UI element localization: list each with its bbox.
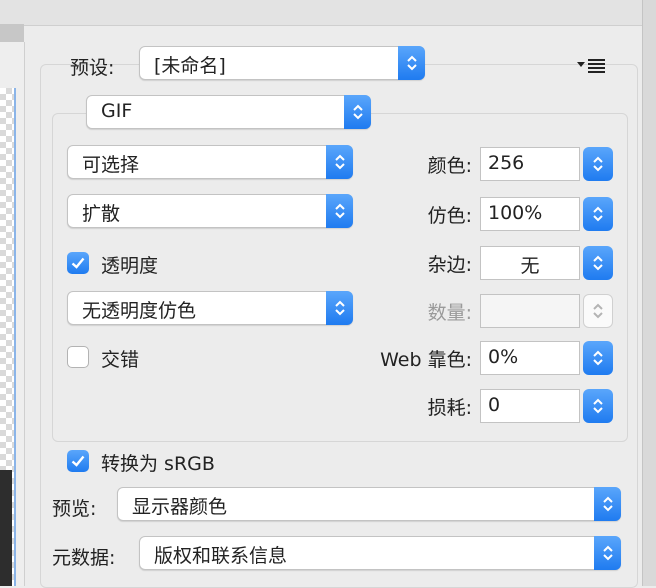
matte-field[interactable]: 无: [480, 246, 580, 280]
web-snap-field[interactable]: 0%: [480, 341, 580, 375]
chevron-updown-icon: [593, 156, 603, 172]
interlaced-checkbox[interactable]: [67, 346, 89, 368]
lossy-field[interactable]: 0: [480, 389, 580, 423]
optimize-menu-icon[interactable]: [577, 54, 607, 76]
preview-select[interactable]: 显示器颜色: [117, 487, 621, 521]
chevron-updown-icon: [593, 398, 603, 414]
convert-srgb-checkbox[interactable]: [67, 450, 89, 472]
preview-image-fragment: [0, 470, 12, 586]
checkmark-icon: [71, 455, 85, 467]
metadata-label: 元数据:: [52, 547, 116, 569]
chevron-updown-icon: [398, 46, 425, 80]
chevron-updown-icon: [594, 487, 621, 521]
chevron-updown-icon: [344, 95, 371, 129]
amount-label: 数量:: [427, 302, 472, 324]
chevron-updown-icon: [593, 206, 603, 222]
window-top-bar: [0, 0, 656, 26]
chevron-updown-icon: [593, 350, 603, 366]
chevron-updown-icon: [593, 255, 603, 271]
convert-srgb-label: 转换为 sRGB: [101, 453, 215, 475]
matte-stepper[interactable]: [583, 246, 613, 280]
preview-value: 显示器颜色: [132, 496, 228, 518]
colors-field[interactable]: 256: [480, 147, 580, 181]
interlaced-label: 交错: [101, 349, 140, 371]
color-reduction-select[interactable]: 可选择: [67, 145, 353, 179]
lossy-value: 0: [488, 394, 501, 416]
amount-field: [480, 294, 580, 328]
dither-algorithm-value: 扩散: [82, 203, 121, 225]
file-format-select[interactable]: GIF: [86, 95, 371, 129]
file-format-value: GIF: [101, 100, 133, 122]
metadata-select[interactable]: 版权和联系信息: [139, 536, 621, 570]
chevron-updown-icon: [593, 303, 603, 319]
preset-select[interactable]: [未命名]: [139, 46, 425, 80]
dither-label: 仿色:: [427, 205, 472, 227]
chevron-updown-icon: [326, 291, 353, 325]
colors-stepper[interactable]: [583, 147, 613, 181]
matte-value: 无: [520, 255, 540, 277]
dither-field[interactable]: 100%: [480, 197, 580, 231]
lossy-stepper[interactable]: [583, 389, 613, 423]
chevron-updown-icon: [326, 194, 353, 228]
chevron-updown-icon: [594, 536, 621, 570]
color-reduction-value: 可选择: [82, 154, 140, 176]
preset-value: [未命名]: [154, 55, 226, 77]
left-pane-header: [0, 24, 24, 42]
window-right-edge: [642, 0, 656, 586]
dither-stepper[interactable]: [583, 197, 613, 231]
web-snap-stepper[interactable]: [583, 341, 613, 375]
dither-value: 100%: [488, 202, 543, 224]
dither-algorithm-select[interactable]: 扩散: [67, 194, 353, 228]
checkmark-icon: [71, 257, 85, 269]
preview-label: 预览:: [52, 498, 97, 520]
transparency-checkbox[interactable]: [67, 252, 89, 274]
matte-label: 杂边:: [427, 254, 472, 276]
transparency-dither-value: 无透明度仿色: [82, 300, 197, 322]
transparency-dither-select[interactable]: 无透明度仿色: [67, 291, 353, 325]
lossy-label: 损耗:: [427, 397, 472, 419]
transparency-label: 透明度: [101, 255, 159, 277]
colors-label: 颜色:: [427, 155, 472, 177]
web-snap-value: 0%: [488, 346, 519, 368]
chevron-updown-icon: [326, 145, 353, 179]
web-snap-label: Web 靠色:: [380, 349, 472, 371]
preset-label: 预设:: [70, 57, 115, 79]
amount-stepper: [583, 294, 613, 328]
metadata-value: 版权和联系信息: [154, 545, 288, 567]
colors-value: 256: [488, 152, 525, 174]
